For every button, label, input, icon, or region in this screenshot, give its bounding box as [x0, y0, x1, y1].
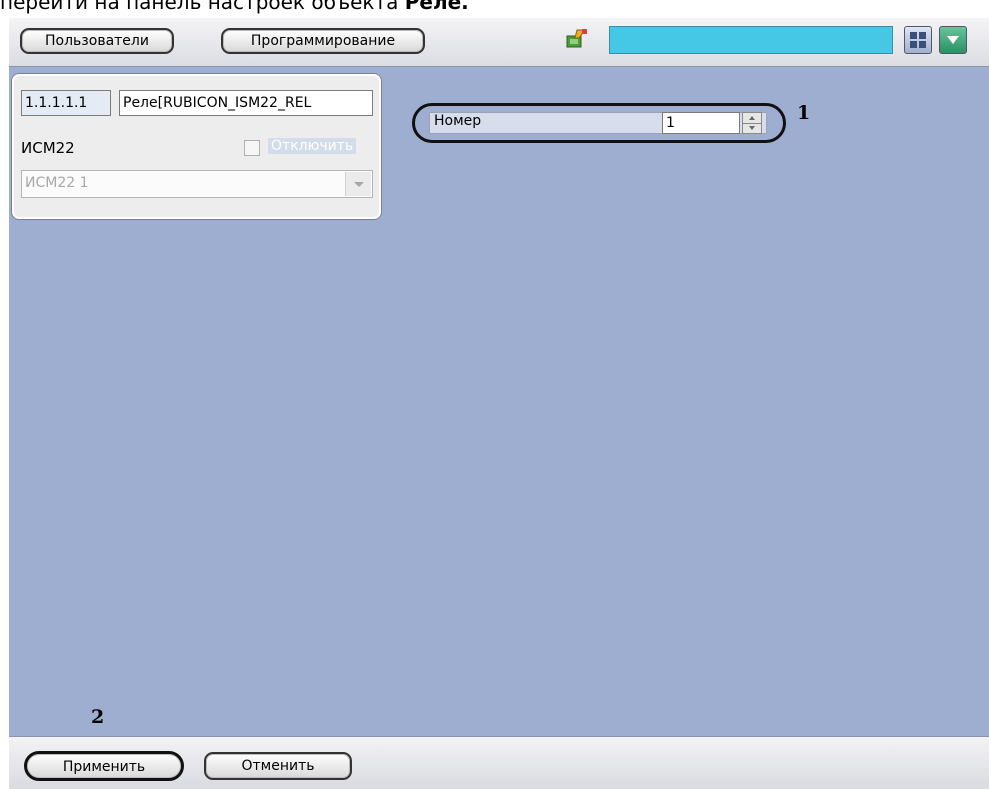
layout-button[interactable] [904, 26, 932, 54]
chevron-down-icon [947, 36, 959, 44]
disable-checkbox[interactable] [244, 140, 260, 156]
caption-text: перейти на панель настроек объекта [0, 0, 405, 14]
number-input[interactable]: 1 [662, 112, 740, 134]
number-label: Номер [434, 113, 482, 129]
spinner-up-icon [749, 116, 755, 120]
annotation-marker-1: 1 [797, 102, 811, 124]
spinner-down-icon [749, 126, 755, 130]
object-name-field[interactable] [609, 26, 893, 54]
users-button[interactable]: Пользователи [20, 28, 174, 54]
number-spinner[interactable] [742, 112, 762, 134]
object-name-input[interactable]: Реле[RUBICON_ISM22_REL [119, 90, 373, 116]
bottom-bar: Применить Отменить [9, 736, 989, 789]
settings-window: Пользователи Программирование 1.1.1.1.1 … [9, 18, 989, 789]
object-type-label: ИСМ22 [21, 139, 75, 157]
annotation-marker-2: 2 [91, 706, 105, 728]
top-toolbar: Пользователи Программирование [9, 18, 989, 67]
caption-bold: Реле. [404, 0, 469, 14]
apply-button[interactable]: Применить [24, 751, 184, 781]
cancel-button[interactable]: Отменить [204, 752, 352, 780]
number-highlight: Номер 1 [412, 103, 786, 143]
parent-select-arrow[interactable] [345, 172, 371, 196]
grid-icon [910, 32, 926, 48]
page-caption: перейти на панель настроек объекта Реле. [0, 0, 469, 14]
disable-label: Отключить [268, 138, 357, 154]
parent-select[interactable]: ИСМ22 1 [21, 170, 373, 198]
programming-button[interactable]: Программирование [221, 28, 425, 54]
object-id-field[interactable]: 1.1.1.1.1 [21, 90, 111, 116]
object-panel: 1.1.1.1.1 Реле[RUBICON_ISM22_REL ИСМ22 О… [11, 73, 382, 220]
chevron-down-icon [354, 182, 364, 187]
edit-object-icon[interactable] [565, 28, 589, 54]
collapse-button[interactable] [939, 26, 967, 54]
